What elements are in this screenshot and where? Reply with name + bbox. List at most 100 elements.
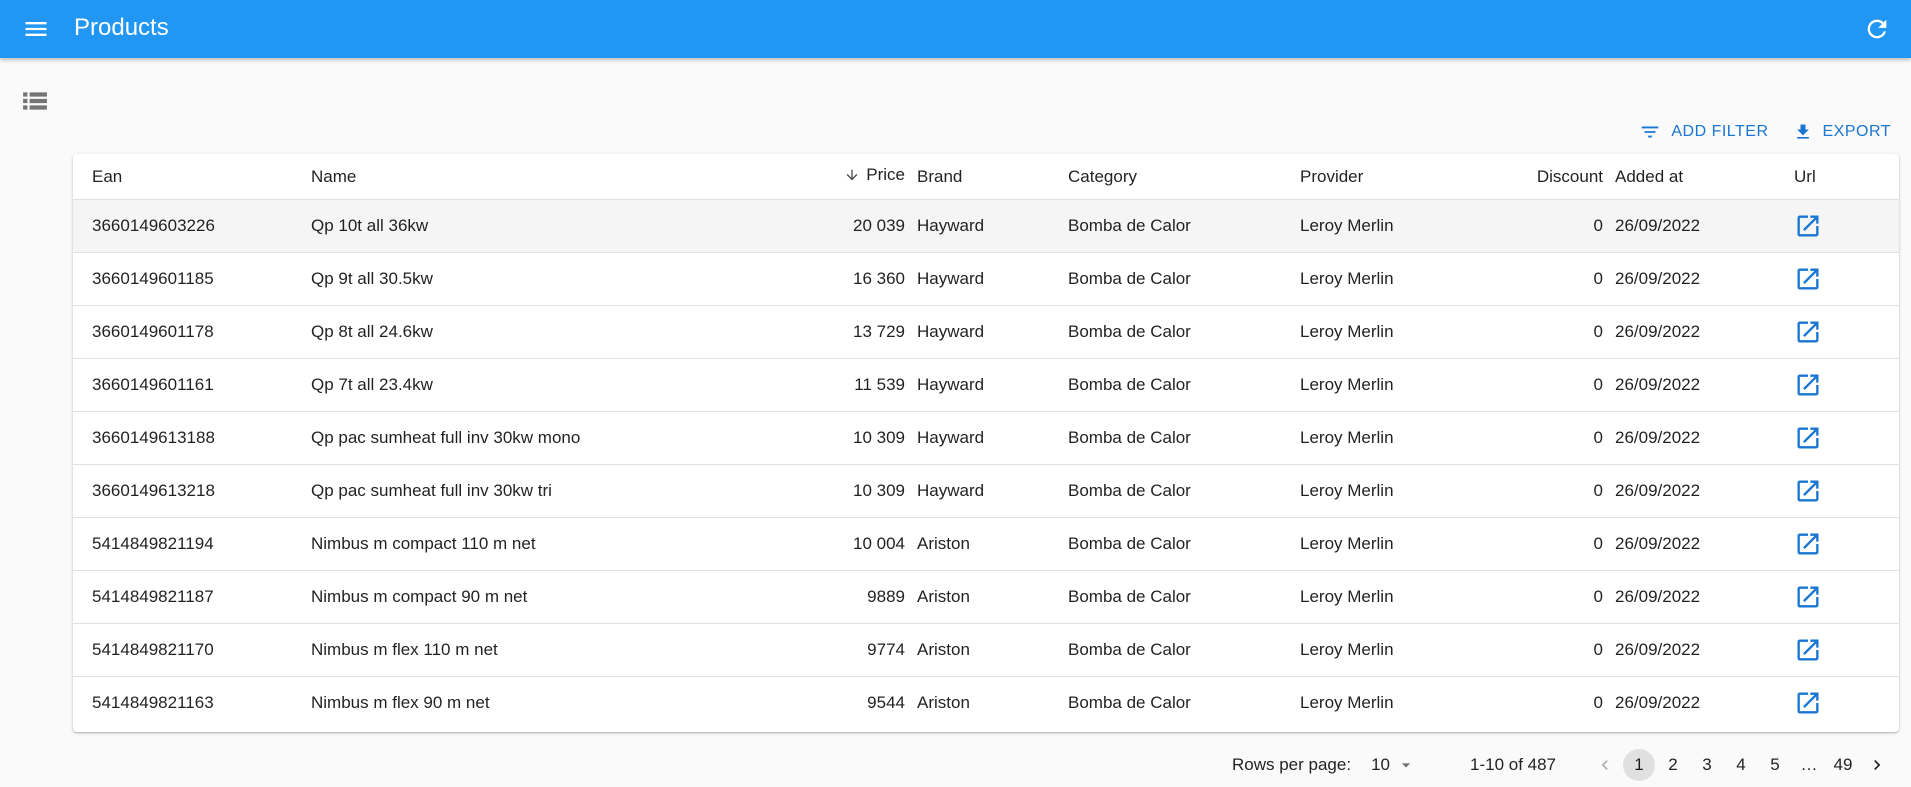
add-filter-label: ADD FILTER: [1671, 123, 1769, 140]
cell-brand: Hayward: [911, 305, 1062, 359]
cell-discount: 0: [1473, 623, 1609, 677]
column-header-name[interactable]: Name: [305, 154, 725, 200]
column-header-price[interactable]: Price: [725, 154, 911, 200]
cell-category: Bomba de Calor: [1062, 199, 1294, 253]
open-in-new-icon[interactable]: [1794, 371, 1822, 399]
open-in-new-icon[interactable]: [1794, 212, 1822, 240]
table-row[interactable]: 5414849821163 Nimbus m flex 90 m net 9544 A…: [73, 677, 1899, 730]
cell-ean: 3660149601178: [73, 305, 305, 359]
cell-name: Qp 7t all 23.4kw: [305, 358, 725, 412]
table-row[interactable]: 3660149601185 Qp 9t all 30.5kw 16 360 Haywa…: [73, 252, 1899, 306]
table-row[interactable]: 3660149613188 Qp pac sumheat full inv 30k…: [73, 411, 1899, 465]
open-in-new-icon[interactable]: [1794, 477, 1822, 505]
page-button[interactable]: 3: [1691, 749, 1723, 781]
page-button[interactable]: 2: [1657, 749, 1689, 781]
cell-category: Bomba de Calor: [1062, 570, 1294, 624]
cell-ean: 3660149613218: [73, 464, 305, 518]
page-button[interactable]: 49: [1827, 749, 1859, 781]
page-navigation: 1 2 3 4 5 … 49: [1588, 749, 1894, 781]
cell-added: 26/09/2022: [1609, 252, 1788, 306]
cell-ean: 3660149613188: [73, 411, 305, 465]
cell-ean: 3660149601161: [73, 358, 305, 412]
cell-brand: Ariston: [911, 570, 1062, 624]
cell-url: [1788, 358, 1899, 412]
cell-category: Bomba de Calor: [1062, 464, 1294, 518]
column-header-url: Url: [1788, 154, 1899, 200]
page-ellipsis: …: [1800, 755, 1818, 774]
table-row[interactable]: 5414849821194 Nimbus m compact 110 m net 1…: [73, 517, 1899, 571]
column-header-category[interactable]: Category: [1062, 154, 1294, 200]
list-actions: ADD FILTER EXPORT: [1639, 119, 1891, 145]
cell-provider: Leroy Merlin: [1294, 199, 1473, 253]
column-header-price-label: Price: [866, 165, 905, 184]
open-in-new-icon[interactable]: [1794, 530, 1822, 558]
list-view-icon[interactable]: [22, 90, 48, 112]
open-in-new-icon[interactable]: [1794, 318, 1822, 346]
cell-price: 10 004: [725, 517, 911, 571]
cell-added: 26/09/2022: [1609, 623, 1788, 677]
cell-price: 16 360: [725, 252, 911, 306]
cell-provider: Leroy Merlin: [1294, 623, 1473, 677]
open-in-new-icon[interactable]: [1794, 265, 1822, 293]
table-row[interactable]: 5414849821187 Nimbus m compact 90 m net 98…: [73, 570, 1899, 624]
cell-price: 9774: [725, 623, 911, 677]
cell-category: Bomba de Calor: [1062, 411, 1294, 465]
next-page-button[interactable]: [1861, 749, 1893, 781]
open-in-new-icon[interactable]: [1794, 636, 1822, 664]
sort-descending-icon: [844, 167, 860, 188]
cell-provider: Leroy Merlin: [1300, 693, 1394, 712]
cell-discount: 0: [1473, 464, 1609, 518]
table-row[interactable]: 5414849821170 Nimbus m flex 110 m net 9774…: [73, 623, 1899, 677]
cell-brand: Ariston: [911, 517, 1062, 571]
cell-url: [1788, 677, 1899, 730]
page-button[interactable]: 1: [1623, 749, 1656, 781]
cell-url: [1788, 199, 1899, 253]
cell-url: [1788, 464, 1899, 518]
cell-discount: 0: [1473, 517, 1609, 571]
cell-name: Nimbus m flex 90 m net: [311, 693, 490, 712]
cell-discount: 0: [1593, 693, 1603, 712]
export-button[interactable]: EXPORT: [1793, 122, 1892, 142]
table-row[interactable]: 3660149603226 Qp 10t all 36kw 20 039 Haywar…: [73, 199, 1899, 253]
column-header-ean[interactable]: Ean: [73, 154, 305, 200]
cell-discount: 0: [1473, 199, 1609, 253]
page-button[interactable]: 4: [1725, 749, 1757, 781]
table-row[interactable]: 3660149601161 Qp 7t all 23.4kw 11 539 Haywa…: [73, 358, 1899, 412]
cell-url: [1788, 623, 1899, 677]
cell-ean: 5414849821163: [92, 693, 214, 712]
cell-provider: Leroy Merlin: [1294, 252, 1473, 306]
cell-category: Bomba de Calor: [1062, 252, 1294, 306]
refresh-icon[interactable]: [1863, 15, 1891, 43]
open-in-new-icon[interactable]: [1794, 424, 1822, 452]
cell-name: Qp 8t all 24.6kw: [305, 305, 725, 359]
cell-discount: 0: [1473, 305, 1609, 359]
cell-url: [1788, 517, 1899, 571]
cell-name: Qp pac sumheat full inv 30kw tri: [305, 464, 725, 518]
pagination: Rows per page: 10 1-10 of 487 1 2 3 4 5 … 49: [1232, 749, 1911, 781]
cell-ean: 5414849821170: [73, 623, 305, 677]
page-button[interactable]: 5: [1759, 749, 1791, 781]
open-in-new-icon[interactable]: [1794, 583, 1822, 611]
column-header-brand[interactable]: Brand: [911, 154, 1062, 200]
column-header-discount[interactable]: Discount: [1473, 154, 1609, 200]
cell-brand: Hayward: [911, 358, 1062, 412]
open-in-new-icon[interactable]: [1794, 689, 1822, 717]
page-title: Products: [74, 14, 169, 41]
cell-added: 26/09/2022: [1609, 517, 1788, 571]
menu-icon[interactable]: [20, 15, 52, 43]
table-row[interactable]: 3660149613218 Qp pac sumheat full inv 30k…: [73, 464, 1899, 518]
table-row[interactable]: 3660149601178 Qp 8t all 24.6kw 13 729 Haywa…: [73, 305, 1899, 359]
rows-per-page-select[interactable]: 10: [1371, 755, 1416, 775]
cell-name: Nimbus m compact 110 m net: [305, 517, 725, 571]
add-filter-button[interactable]: ADD FILTER: [1639, 121, 1768, 143]
cell-name: Qp pac sumheat full inv 30kw mono: [305, 411, 725, 465]
column-header-added-at[interactable]: Added at: [1609, 154, 1788, 200]
cell-added: 26/09/2022: [1615, 693, 1701, 712]
previous-page-button[interactable]: [1589, 749, 1621, 781]
cell-name: Qp 9t all 30.5kw: [305, 252, 725, 306]
column-header-provider[interactable]: Provider: [1294, 154, 1473, 200]
products-table: Ean Name Price Brand Category Provider D…: [73, 154, 1899, 729]
download-icon: [1796, 124, 1809, 139]
dropdown-arrow-icon: [1401, 763, 1411, 768]
cell-provider: Leroy Merlin: [1294, 570, 1473, 624]
